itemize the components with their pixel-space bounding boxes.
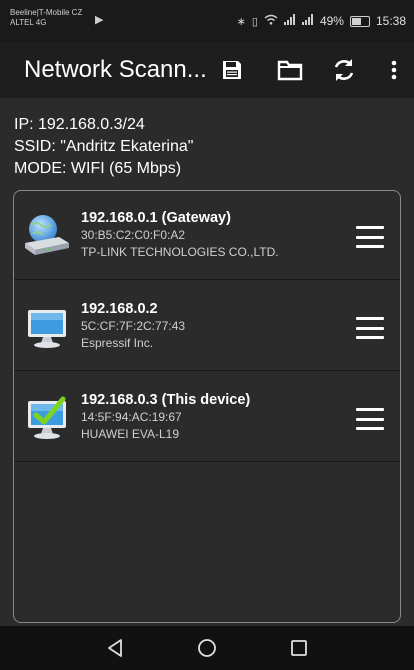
recents-icon xyxy=(291,640,307,656)
network-info: IP: 192.168.0.3/24 SSID: "Andritz Ekater… xyxy=(14,114,193,180)
device-mac: 14:5F:94:AC:19:67 xyxy=(81,410,182,424)
battery-percent: 49% xyxy=(319,14,344,28)
ssid: SSID: "Andritz Ekaterina" xyxy=(14,138,194,155)
device-vendor: Espressif Inc. xyxy=(81,336,154,350)
clock: 15:38 xyxy=(375,14,406,28)
mode: MODE: WIFI (65 Mbps) xyxy=(14,160,182,177)
cast-icon: ▶ xyxy=(95,14,104,26)
device-details: 192.168.0.3 (This device) 14:5F:94:AC:19… xyxy=(81,391,250,443)
status-bar: Beeline|T-Mobile CZ ALTEL 4G ▶ ∗ ▯ 49% 1… xyxy=(0,0,414,42)
device-menu-button[interactable] xyxy=(356,226,384,248)
carrier-line-2: ALTEL 4G xyxy=(10,18,47,27)
home-button[interactable] xyxy=(177,626,237,670)
more-vert-icon xyxy=(391,60,397,80)
bluetooth-icon: ∗ xyxy=(236,15,246,28)
home-icon xyxy=(198,639,216,657)
device-menu-button[interactable] xyxy=(356,408,384,430)
device-mac: 30:B5:C2:C0:F0:A2 xyxy=(81,228,186,242)
refresh-button[interactable] xyxy=(330,56,358,84)
back-icon xyxy=(108,639,122,657)
this-device-icon xyxy=(28,396,66,439)
hamburger-icon xyxy=(356,317,384,320)
hamburger-icon xyxy=(356,408,384,411)
save-button[interactable] xyxy=(218,56,246,84)
carrier-line-1: Beeline|T-Mobile CZ xyxy=(10,8,83,17)
signal-icon-2 xyxy=(301,14,314,28)
folder-icon xyxy=(277,60,303,81)
signal-icon-1 xyxy=(283,14,296,28)
computer-icon xyxy=(28,310,66,348)
app-title: Network Scann... xyxy=(24,56,207,83)
more-options-button[interactable] xyxy=(380,56,408,84)
device-details: 192.168.0.2 5C:CF:7F:2C:77:43 Espressif … xyxy=(81,300,185,352)
ip-address: IP: 192.168.0.3/24 xyxy=(14,116,145,133)
navigation-bar xyxy=(0,626,414,670)
device-vendor: TP-LINK TECHNOLOGIES CO.,LTD. xyxy=(81,245,279,259)
router-icon xyxy=(25,215,69,255)
device-name: 192.168.0.2 xyxy=(81,301,158,317)
device-list: 192.168.0.1 (Gateway) 30:B5:C2:C0:F0:A2 … xyxy=(13,190,401,623)
device-item-gateway[interactable]: 192.168.0.1 (Gateway) 30:B5:C2:C0:F0:A2 … xyxy=(14,191,400,280)
device-item-this-device[interactable]: 192.168.0.3 (This device) 14:5F:94:AC:19… xyxy=(14,373,400,462)
carrier-info: Beeline|T-Mobile CZ ALTEL 4G xyxy=(10,8,82,28)
recents-button[interactable] xyxy=(269,626,329,670)
device-details: 192.168.0.1 (Gateway) 30:B5:C2:C0:F0:A2 … xyxy=(81,209,279,261)
hamburger-icon xyxy=(356,226,384,229)
status-indicators: ∗ ▯ 49% 15:38 xyxy=(237,14,406,28)
device-vendor: HUAWEI EVA-L19 xyxy=(81,427,180,441)
device-menu-button[interactable] xyxy=(356,317,384,339)
open-button[interactable] xyxy=(276,56,304,84)
save-icon xyxy=(223,61,241,79)
refresh-icon xyxy=(334,59,354,81)
battery-icon xyxy=(349,15,370,27)
app-bar: Network Scann... xyxy=(0,42,414,98)
device-name: 192.168.0.3 (This device) xyxy=(81,392,251,408)
device-mac: 5C:CF:7F:2C:77:43 xyxy=(81,319,186,333)
vibrate-icon: ▯ xyxy=(251,15,258,28)
back-button[interactable] xyxy=(85,626,145,670)
device-item[interactable]: 192.168.0.2 5C:CF:7F:2C:77:43 Espressif … xyxy=(14,282,400,371)
wifi-icon xyxy=(264,14,278,28)
device-name: 192.168.0.1 (Gateway) xyxy=(81,210,231,226)
